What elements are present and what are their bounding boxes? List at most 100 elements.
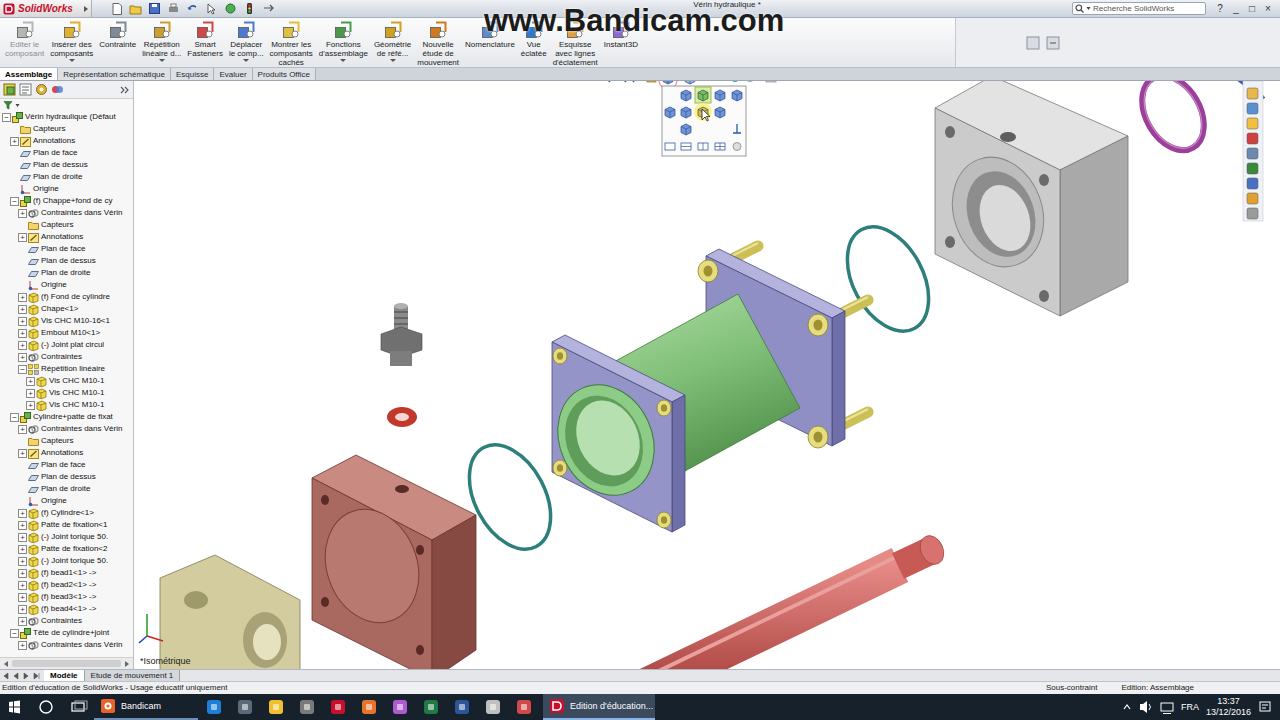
dropdown-arrow-icon[interactable] (390, 59, 396, 62)
tree-item[interactable]: +Annotations (0, 447, 133, 459)
tree-item[interactable]: + Patte de fixation<2 (0, 543, 133, 555)
tree-label[interactable]: Capteurs (41, 435, 73, 447)
tree-toggle[interactable]: + (18, 545, 27, 554)
tree-item[interactable]: Plan de dessus (0, 471, 133, 483)
ribbon-button[interactable]: Nomenclature (462, 18, 518, 53)
tree-item[interactable]: +Vis CHC M10-1 (0, 387, 133, 399)
ribbon-button[interactable]: Instant3D (601, 18, 641, 53)
tree-label[interactable]: Patte de fixation<2 (41, 543, 108, 555)
search-scope-icon[interactable] (1086, 6, 1091, 11)
ribbon-button[interactable]: Géométriede réfé... (371, 18, 414, 62)
tree-label[interactable]: Plan de droite (41, 483, 90, 495)
tree-toggle[interactable]: + (18, 581, 27, 590)
bottom-tab[interactable]: Etude de mouvement 1 (85, 670, 181, 681)
task-view-icon[interactable] (62, 694, 94, 720)
tree-toggle[interactable]: + (18, 425, 27, 434)
tree-label[interactable]: Contraintes dans Vérin (41, 207, 122, 219)
tree-item[interactable]: −Répétition linéaire (0, 363, 133, 375)
tree-item[interactable]: Plan de face (0, 147, 133, 159)
print-icon[interactable] (167, 2, 180, 15)
tree-label[interactable]: Origine (41, 279, 67, 291)
ribbon-button[interactable]: Vueéclatée (518, 18, 550, 62)
feature-tree-icon[interactable] (3, 83, 16, 96)
ribbon-button[interactable]: Editer lecomposant (2, 18, 47, 62)
tree-item[interactable]: Origine (0, 183, 133, 195)
clevis-part[interactable] (160, 555, 300, 669)
tree-item[interactable]: +Patte de fixation<1 (0, 519, 133, 531)
tree-item[interactable]: +Chape<1> (0, 303, 133, 315)
taskbar-pinned-app[interactable] (415, 694, 446, 720)
tree-label[interactable]: (-) Joint plat circul (41, 339, 104, 351)
expand-panel-icon[interactable] (120, 85, 130, 95)
tree-item[interactable]: +(f) bead4<1> -> (0, 603, 133, 615)
tree-toggle[interactable]: + (18, 641, 27, 650)
cylinder-base-part[interactable] (310, 455, 476, 669)
tree-label[interactable]: Contraintes dans Vérin (41, 423, 122, 435)
cylinder-head-part[interactable] (935, 81, 1128, 316)
tree-label[interactable]: Plan de dessus (33, 159, 88, 171)
property-manager-icon[interactable] (19, 83, 32, 96)
tree-item[interactable]: Plan de dessus (0, 255, 133, 267)
rebuild-icon[interactable] (224, 2, 237, 15)
ribbon-button[interactable]: SmartFasteners (184, 18, 226, 62)
fitting-part[interactable] (381, 303, 422, 366)
tree-item[interactable]: + Contraintes dans Vérin (0, 207, 133, 219)
clock[interactable]: 13:3713/12/2016 (1206, 696, 1251, 718)
tree-label[interactable]: (f) Chappe+fond de cy (33, 195, 112, 207)
tree-toggle[interactable]: + (18, 305, 27, 314)
tree-item[interactable]: − (f) Chappe+fond de cy (0, 195, 133, 207)
tree-toggle[interactable]: + (18, 509, 27, 518)
tree-label[interactable]: Annotations (41, 231, 83, 243)
taskbar-pinned-app[interactable] (384, 694, 415, 720)
logo-menu-icon[interactable] (83, 5, 89, 13)
tree-toggle[interactable]: + (26, 401, 35, 410)
tab-navigation-icon[interactable] (0, 670, 44, 681)
tree-toggle[interactable]: − (10, 197, 19, 206)
tree-item[interactable]: Capteurs (0, 123, 133, 135)
tree-toggle[interactable]: + (18, 209, 27, 218)
dropdown-arrow-icon[interactable] (243, 59, 249, 62)
tree-item[interactable]: +(-) Joint plat circul (0, 339, 133, 351)
taskbar-pinned-app[interactable] (508, 694, 539, 720)
window-control-button[interactable]: _ (1228, 2, 1244, 16)
tree-label[interactable]: (f) bead1<1> -> (41, 567, 96, 579)
app-logo[interactable]: SolidWorks (0, 0, 92, 17)
tree-item[interactable]: −Tête de cylindre+joint (0, 627, 133, 639)
command-tab[interactable]: Assemblage (0, 68, 58, 80)
tray-overflow-icon[interactable] (1122, 702, 1132, 712)
tree-item[interactable]: Plan de droite (0, 483, 133, 495)
taskbar-pinned-app[interactable] (322, 694, 353, 720)
collapse-icon[interactable] (1046, 36, 1060, 50)
command-tab[interactable]: Représentation schématique (58, 68, 171, 80)
dropdown-arrow-icon[interactable] (69, 59, 75, 62)
tree-label[interactable]: Tête de cylindre+joint (33, 627, 109, 639)
search-field[interactable] (1093, 3, 1203, 14)
tree-item[interactable]: +(f) bead2<1> -> (0, 579, 133, 591)
tree-label[interactable]: Capteurs (41, 219, 73, 231)
dropdown-arrow-icon[interactable] (159, 59, 165, 62)
scroll-thumb[interactable] (12, 660, 121, 667)
tree-item[interactable]: +Vis CHC M10-16<1 (0, 315, 133, 327)
taskbar-pinned-app[interactable] (291, 694, 322, 720)
tree-item[interactable]: Origine (0, 495, 133, 507)
taskbar-pinned-app[interactable] (260, 694, 291, 720)
tree-item[interactable]: +Vis CHC M10-1 (0, 399, 133, 411)
tree-item[interactable]: +(f) Fond de cylindre (0, 291, 133, 303)
tree-item[interactable]: Capteurs (0, 219, 133, 231)
tree-toggle[interactable]: + (18, 449, 27, 458)
tree-label[interactable]: Patte de fixation<1 (41, 519, 108, 531)
tree-item[interactable]: +(f) bead1<1> -> (0, 567, 133, 579)
tree-toggle[interactable]: + (18, 353, 27, 362)
tree-label[interactable]: (-) Joint torique 50. (41, 555, 108, 567)
tree-item[interactable]: +Contraintes (0, 615, 133, 627)
tree-label[interactable]: Contraintes (41, 351, 82, 363)
tree-label[interactable]: Origine (41, 495, 67, 507)
tree-label[interactable]: Plan de face (33, 147, 77, 159)
tree-label[interactable]: Plan de droite (41, 267, 90, 279)
traffic-light-icon[interactable] (243, 2, 256, 15)
taskbar-pinned-app[interactable] (446, 694, 477, 720)
cylinder-assembly[interactable] (540, 243, 868, 532)
ribbon-button[interactable]: Déplacerle comp... (226, 18, 267, 62)
tree-item[interactable]: Plan de dessus (0, 159, 133, 171)
tree-item[interactable]: −Vérin hydraulique (Défaut (0, 111, 133, 123)
